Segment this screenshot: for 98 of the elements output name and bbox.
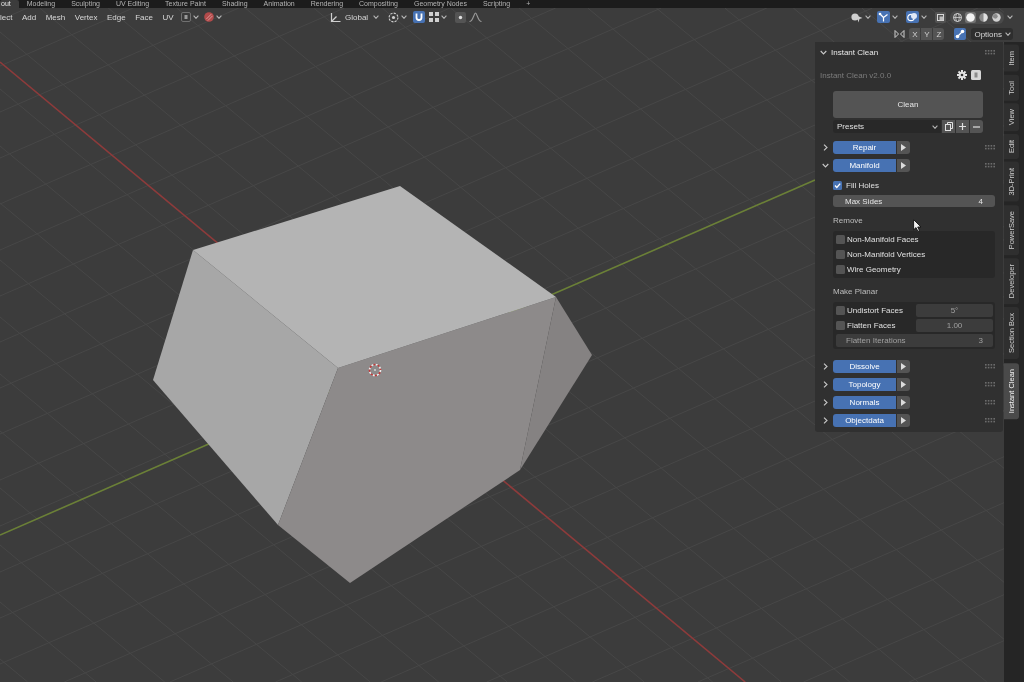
run-button[interactable] (897, 414, 910, 427)
section-button[interactable]: Objectdata (833, 414, 896, 427)
checkbox-label: Fill Holes (846, 181, 879, 190)
checkbox-label: Wire Geometry (847, 265, 901, 274)
shaded-sphere-icon[interactable] (991, 11, 1002, 23)
checkbox-label: Flatten Faces (847, 321, 896, 330)
play-icon (901, 381, 906, 388)
caret-icon[interactable] (892, 15, 898, 19)
chevron-down-icon[interactable] (822, 162, 829, 169)
menu-item[interactable]: Edge (106, 12, 126, 22)
run-button[interactable] (897, 159, 910, 172)
caret-icon (373, 15, 380, 19)
run-button[interactable] (897, 396, 910, 409)
clean-button[interactable]: Clean (833, 91, 983, 118)
drag-handle-icon[interactable] (985, 418, 995, 423)
caret-icon[interactable] (1007, 15, 1013, 19)
caret-icon[interactable] (216, 15, 223, 19)
caret-icon[interactable] (865, 15, 871, 19)
axis-toggle[interactable]: Z (933, 28, 945, 40)
drag-handle-icon[interactable] (985, 382, 995, 387)
play-icon (901, 162, 906, 169)
options-dropdown[interactable]: Options (971, 28, 1013, 40)
menu-item[interactable]: lect (0, 12, 13, 22)
grid-icon[interactable] (429, 12, 440, 22)
orientation-dropdown[interactable]: Global (345, 12, 380, 22)
remove-button[interactable] (970, 120, 983, 133)
minus-icon (973, 125, 980, 128)
checkbox-label: Non-Manifold Faces (847, 235, 919, 244)
menu-item[interactable]: Vertex (74, 12, 98, 22)
mouse-pointer-icon (913, 219, 922, 232)
drag-handle-icon[interactable] (985, 49, 995, 55)
play-icon (901, 144, 906, 151)
caret-icon (932, 124, 938, 129)
axes-icon[interactable] (330, 11, 341, 23)
menu-item[interactable]: UV (162, 12, 174, 22)
caret-icon[interactable] (921, 15, 927, 19)
drag-handle-icon[interactable] (985, 364, 995, 369)
copy-icon (944, 122, 953, 131)
section-button[interactable]: Topology (833, 378, 896, 391)
version-label: Instant Clean v2.0.0 (820, 70, 892, 80)
axis-toggle[interactable]: Y (921, 28, 933, 40)
xray-icon[interactable] (935, 11, 946, 23)
play-icon (901, 417, 906, 424)
curve-icon[interactable] (469, 12, 483, 22)
chevron-right-icon[interactable] (822, 363, 829, 370)
number-field[interactable]: Max Sides 4 (833, 195, 995, 207)
section-button[interactable]: Repair (833, 141, 896, 154)
sphere-icon[interactable] (204, 12, 215, 22)
chevron-right-icon[interactable] (822, 381, 829, 388)
play-icon (901, 399, 906, 406)
settings-icon[interactable] (957, 70, 967, 80)
caret-icon[interactable] (441, 15, 448, 19)
chevron-down-icon[interactable] (820, 48, 827, 56)
caret-icon[interactable] (401, 15, 408, 19)
run-button[interactable] (897, 141, 910, 154)
checkbox[interactable] (836, 250, 845, 259)
run-button[interactable] (897, 378, 910, 391)
axis-toggle[interactable]: X (909, 28, 921, 40)
drag-handle-icon[interactable] (985, 163, 995, 168)
3d-cursor-icon (368, 363, 382, 377)
panel-title: Instant Clean (831, 47, 879, 57)
half-sphere-icon[interactable] (978, 11, 989, 23)
add-button[interactable] (956, 120, 969, 133)
checkbox[interactable] (833, 181, 842, 190)
gizmo-axes-icon[interactable] (877, 11, 890, 23)
magnet-icon[interactable] (413, 11, 426, 23)
checkbox[interactable] (836, 265, 845, 274)
presets-dropdown[interactable]: Presets (833, 120, 941, 133)
plus-icon (959, 123, 966, 130)
section-button[interactable]: Dissolve (833, 360, 896, 373)
square-icon[interactable] (181, 12, 192, 22)
caret-icon[interactable] (193, 15, 200, 19)
drag-handle-icon[interactable] (985, 145, 995, 150)
solid-sphere-icon[interactable] (965, 11, 976, 23)
overlay-icon[interactable] (906, 11, 919, 23)
chevron-right-icon[interactable] (822, 144, 829, 151)
checkbox-label: Undistort Faces (847, 306, 904, 315)
linked-dots-icon[interactable] (954, 28, 967, 40)
group-heading: Remove (833, 216, 863, 226)
chevron-right-icon[interactable] (822, 399, 829, 406)
drag-handle-icon[interactable] (985, 400, 995, 405)
copy-button[interactable] (942, 120, 955, 133)
section-button[interactable]: Manifold (833, 159, 896, 172)
target-icon[interactable] (388, 11, 400, 23)
menu-item[interactable]: Add (21, 12, 37, 22)
run-button[interactable] (897, 360, 910, 373)
menu-item[interactable]: Mesh (45, 12, 66, 22)
checkbox-label: Non-Manifold Vertices (847, 250, 926, 259)
group-heading: Make Planar (833, 287, 878, 297)
wireframe-sphere-icon[interactable] (952, 11, 963, 23)
mirror-icon[interactable] (894, 29, 906, 39)
chevron-right-icon[interactable] (822, 417, 829, 424)
menu-item[interactable]: Face (135, 12, 153, 22)
section-button[interactable]: Normals (833, 396, 896, 409)
checkbox[interactable] (836, 235, 845, 244)
play-icon (901, 363, 906, 370)
caret-icon (1005, 32, 1011, 36)
pointer-icon[interactable] (851, 11, 863, 23)
